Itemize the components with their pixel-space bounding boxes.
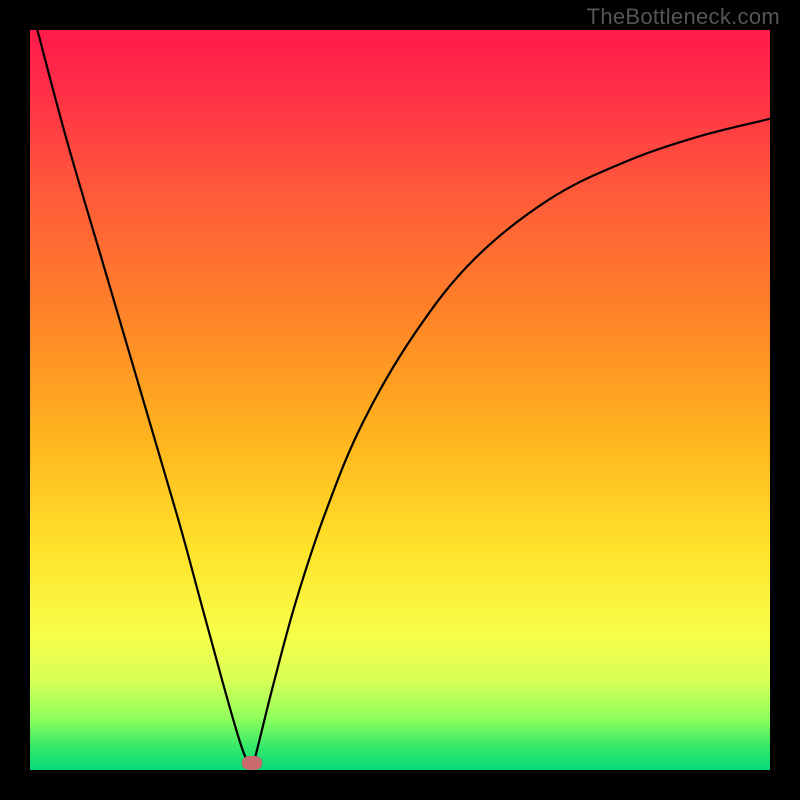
watermark-text: TheBottleneck.com [587,4,780,30]
plot-area [30,30,770,770]
curve-left-branch [37,30,252,770]
curve-svg [30,30,770,770]
chart-frame: TheBottleneck.com [0,0,800,800]
minimum-marker [242,756,262,770]
curve-right-branch [252,119,770,770]
